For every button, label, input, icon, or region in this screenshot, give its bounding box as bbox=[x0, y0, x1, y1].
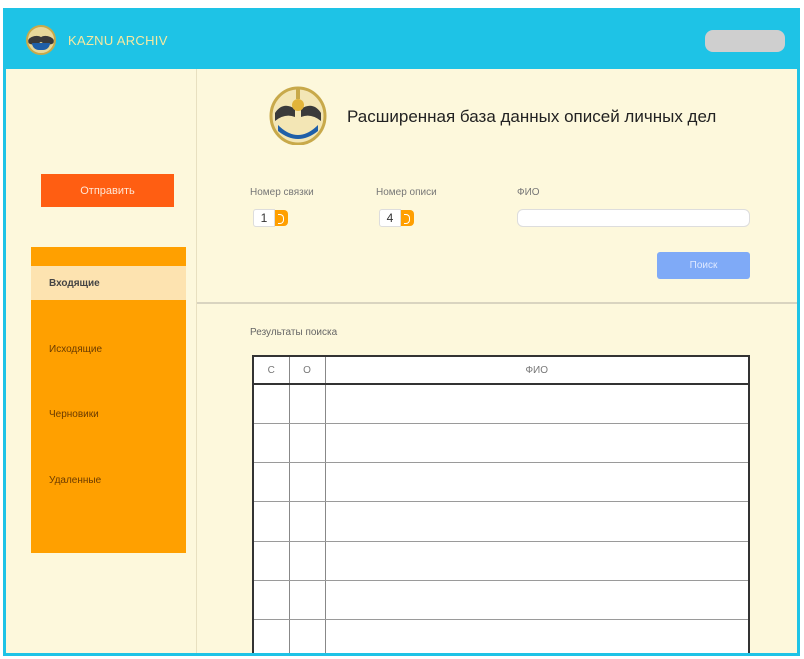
inventory-number-value[interactable]: 4 bbox=[379, 209, 401, 227]
stepper-arrows-icon[interactable] bbox=[275, 210, 288, 226]
table-cell bbox=[253, 580, 290, 621]
table-cell bbox=[253, 619, 290, 653]
table-row[interactable] bbox=[253, 423, 749, 464]
sidebar: Отправить Входящие Исходящие Черновики У… bbox=[6, 69, 196, 653]
table-cell bbox=[325, 501, 749, 542]
table-row[interactable] bbox=[253, 384, 749, 424]
sidebar-item-inbox[interactable]: Входящие bbox=[31, 266, 186, 300]
inventory-number-stepper[interactable]: 4 bbox=[379, 209, 414, 227]
bundle-number-label: Номер связки bbox=[250, 187, 314, 198]
table-cell bbox=[289, 384, 326, 424]
results-table: С О ФИО bbox=[252, 355, 750, 653]
search-panel: Расширенная база данных описей личных де… bbox=[197, 69, 797, 304]
table-cell bbox=[289, 580, 326, 621]
table-cell bbox=[253, 384, 290, 424]
table-row[interactable] bbox=[253, 501, 749, 542]
table-cell bbox=[325, 423, 749, 464]
table-cell bbox=[325, 580, 749, 621]
table-cell bbox=[289, 501, 326, 542]
table-cell bbox=[325, 384, 749, 424]
top-bar: KAZNU ARCHIV bbox=[6, 11, 797, 69]
table-row[interactable] bbox=[253, 462, 749, 503]
table-cell bbox=[253, 423, 290, 464]
table-cell bbox=[325, 541, 749, 581]
column-header-fio[interactable]: ФИО bbox=[325, 356, 749, 385]
kaznu-emblem-icon bbox=[269, 86, 327, 145]
table-cell bbox=[253, 541, 290, 581]
table-cell bbox=[289, 423, 326, 464]
stepper-arrows-icon[interactable] bbox=[401, 210, 414, 226]
bundle-number-stepper[interactable]: 1 bbox=[253, 209, 288, 227]
table-cell bbox=[253, 501, 290, 542]
sidebar-menu: Входящие Исходящие Черновики Удаленные bbox=[31, 247, 186, 553]
kaznu-emblem-icon bbox=[26, 25, 56, 55]
page-title: Расширенная база данных описей личных де… bbox=[347, 107, 717, 126]
table-cell bbox=[325, 619, 749, 653]
sidebar-item-outbox[interactable]: Исходящие bbox=[31, 332, 186, 366]
table-cell bbox=[325, 462, 749, 503]
results-label: Результаты поиска bbox=[250, 327, 338, 338]
table-header-row: С О ФИО bbox=[253, 356, 749, 385]
table-row[interactable] bbox=[253, 619, 749, 653]
app-title: KAZNU ARCHIV bbox=[68, 33, 168, 48]
column-header-s[interactable]: С bbox=[253, 356, 290, 385]
app-window: KAZNU ARCHIV Отправить Входящие Исходящи… bbox=[3, 8, 800, 656]
inventory-number-label: Номер описи bbox=[376, 187, 437, 198]
table-cell bbox=[289, 462, 326, 503]
table-row[interactable] bbox=[253, 541, 749, 581]
table-row[interactable] bbox=[253, 580, 749, 621]
table-cell bbox=[289, 541, 326, 581]
table-cell bbox=[289, 619, 326, 653]
user-menu-button[interactable] bbox=[705, 30, 785, 52]
table-cell bbox=[253, 462, 290, 503]
search-button[interactable]: Поиск bbox=[657, 252, 750, 279]
fio-label: ФИО bbox=[517, 187, 540, 198]
column-header-o[interactable]: О bbox=[289, 356, 326, 385]
sidebar-item-deleted[interactable]: Удаленные bbox=[31, 463, 186, 497]
bundle-number-value[interactable]: 1 bbox=[253, 209, 275, 227]
send-button[interactable]: Отправить bbox=[41, 174, 174, 207]
fio-input[interactable] bbox=[517, 209, 750, 227]
main-content: Расширенная база данных описей личных де… bbox=[196, 69, 797, 653]
sidebar-item-drafts[interactable]: Черновики bbox=[31, 397, 186, 431]
